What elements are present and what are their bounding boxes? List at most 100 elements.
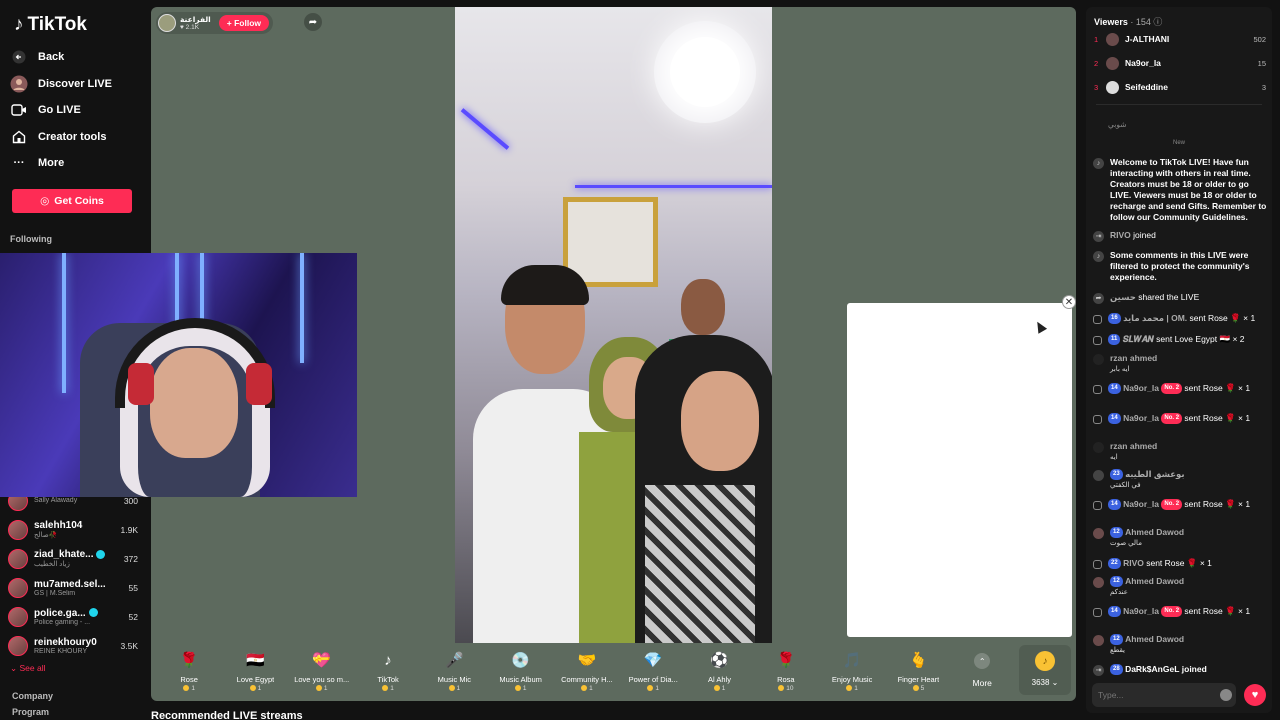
gift-icon — [1093, 415, 1102, 424]
heart-box-icon: 💝 — [312, 652, 332, 669]
finger-heart-icon: 🫰 — [909, 652, 928, 669]
nav-discover-live[interactable]: Discover LIVE — [10, 71, 144, 98]
avatar — [8, 606, 28, 627]
following-list: Sally Alawady 300 salehh104 صالح🥀 1.9K zi… — [8, 486, 138, 660]
heart-like-button[interactable]: ♥ — [1244, 684, 1266, 706]
follow-button[interactable]: + Follow — [218, 15, 270, 31]
rose-icon: 🌹 — [776, 652, 796, 669]
nav-back[interactable]: Back — [10, 44, 144, 71]
chat-message: 11 𝑺𝑳𝑾𝑨𝑵 sent Love Egypt 🇪🇬 × 2 — [1093, 334, 1268, 346]
avatar — [1106, 80, 1119, 94]
share-icon[interactable]: ➦ — [304, 13, 322, 31]
tiktok-coin-icon: ♪ — [1035, 651, 1055, 671]
nav-more[interactable]: ··· More — [10, 150, 144, 177]
avatar — [1093, 442, 1104, 453]
coin-icon: ◎ — [40, 195, 50, 207]
gift-icon — [1093, 315, 1102, 324]
avatar — [1093, 354, 1104, 365]
footer-company-link[interactable]: Company — [12, 691, 53, 701]
avatar — [1093, 470, 1104, 481]
gift-icon — [1093, 608, 1102, 617]
music-note-icon: 🎵 — [842, 652, 862, 669]
coin-icon — [514, 685, 521, 692]
gift-item[interactable]: 💎 Power of Dia... 1 — [620, 643, 686, 697]
gift-icon — [1093, 385, 1102, 394]
headset-ear-cup — [128, 363, 154, 405]
divider — [1096, 104, 1262, 105]
home-icon — [10, 128, 28, 146]
following-item[interactable]: police.ga... Police gaming - ... 52 — [8, 602, 138, 631]
verified-icon — [88, 608, 98, 618]
chat-message: rzan ahmed ايه بابر — [1093, 353, 1268, 375]
top-viewer-row[interactable]: 1 J-ALTHANI 502 — [1094, 31, 1266, 47]
following-item[interactable]: ziad_khate... زياد الخطيب 372 — [8, 544, 138, 573]
chat-message: 12 Ahmed Dawod عندكم — [1093, 576, 1268, 598]
more-gifts-button[interactable]: ⌃ More — [952, 643, 1013, 697]
following-item[interactable]: reinekhoury0 REINE KHOURY 3.5K — [8, 631, 138, 660]
gift-item[interactable]: 🤝 Community H... 1 — [554, 643, 620, 697]
emoji-icon[interactable] — [1220, 689, 1232, 701]
tiktok-note-icon: ♪ — [14, 14, 24, 35]
nav-go-live[interactable]: Go LIVE — [10, 97, 144, 124]
viewer-count: 372 — [123, 553, 138, 564]
chat-message: ➦ حسين shared the LIVE — [1093, 292, 1268, 304]
gift-item[interactable]: 🇪🇬 Love Egypt 1 — [222, 643, 288, 697]
close-icon[interactable]: ✕ — [1062, 295, 1076, 309]
tiktok-icon: ♪ — [1093, 251, 1104, 262]
viewer-count: 52 — [128, 611, 138, 622]
avatar — [1093, 528, 1104, 539]
coin-icon — [713, 685, 720, 692]
headset-ear-cup — [246, 363, 272, 405]
following-label: Following — [10, 234, 52, 244]
album-icon: 💿 — [511, 652, 530, 669]
tiktok-logo[interactable]: ♪ TikTok — [14, 14, 87, 36]
see-all-link[interactable]: ⌄ See all — [10, 663, 45, 674]
chat-message: 14 Na9or_la No. 2 sent Rose 🌹 × 1 — [1093, 606, 1268, 618]
nav-creator-tools[interactable]: Creator tools — [10, 124, 144, 151]
viewers-header[interactable]: Viewers · 154 ⓘ — [1094, 15, 1162, 28]
viewer-count: 1.9K — [120, 524, 139, 535]
avatar — [1093, 635, 1104, 646]
chat-input[interactable] — [1092, 683, 1236, 707]
avatar — [1093, 577, 1104, 588]
gift-item[interactable]: 🌹 Rosa 10 — [753, 643, 819, 697]
avatar — [8, 577, 28, 598]
chat-message: 23 بوعشق الطيبه في الكفتي — [1093, 469, 1268, 491]
person — [625, 335, 772, 643]
avatar-icon — [10, 75, 28, 93]
host-name[interactable]: الفراعنة — [180, 15, 211, 24]
tiktok-live-page: ♪ TikTok Back Discover LIVE Go LIVE Crea… — [0, 0, 1280, 720]
sidebar-nav: Back Discover LIVE Go LIVE Creator tools — [10, 44, 144, 177]
host-info: الفراعنة ♥ 2.1K + Follow — [156, 12, 274, 34]
top-viewer-row[interactable]: 2 Na9or_la 15 — [1094, 55, 1266, 71]
diamond-icon: 💎 — [643, 652, 663, 669]
following-item[interactable]: salehh104 صالح🥀 1.9K — [8, 515, 138, 544]
live-video[interactable] — [455, 7, 772, 643]
gift-item[interactable]: ⚽ Al Ahly 1 — [686, 643, 752, 697]
recommended-live-title: Recommended LIVE streams — [151, 710, 303, 720]
viewer-count: 55 — [128, 582, 138, 593]
footer-program-link[interactable]: Program — [12, 707, 49, 717]
get-coins-button[interactable]: ◎ Get Coins — [12, 189, 132, 213]
gift-item[interactable]: 🎤 Music Mic 1 — [421, 643, 487, 697]
gift-item[interactable]: 💿 Music Album 1 — [487, 643, 553, 697]
gift-icon — [1093, 560, 1102, 569]
football-icon: ⚽ — [710, 652, 729, 669]
top-viewer-row[interactable]: 3 Seifeddine 3 — [1094, 79, 1266, 95]
viewer-count: 3.5K — [120, 640, 139, 651]
gift-item[interactable]: ♪ TikTok 1 — [355, 643, 421, 697]
arrow-left-icon — [10, 48, 28, 66]
gift-item[interactable]: 💝 Love you so m... 1 — [289, 643, 355, 697]
new-messages-divider: New — [1172, 140, 1185, 146]
gift-item[interactable]: 🫰 Finger Heart 5 — [885, 643, 951, 697]
gift-item[interactable]: 🎵 Enjoy Music 1 — [819, 643, 885, 697]
ceiling-light — [670, 37, 740, 107]
coin-icon — [382, 685, 389, 692]
chat-message: ⇥ RIVO joined — [1093, 230, 1268, 242]
coin-balance[interactable]: ♪ 3638 ⌄ — [1019, 645, 1071, 695]
following-item[interactable]: mu7amed.sel... GS | M.Selim 55 — [8, 573, 138, 602]
avatar — [1106, 32, 1119, 46]
gift-item[interactable]: 🌹 Rose 1 — [156, 643, 222, 697]
avatar[interactable] — [158, 14, 176, 32]
coin-icon — [778, 685, 785, 692]
